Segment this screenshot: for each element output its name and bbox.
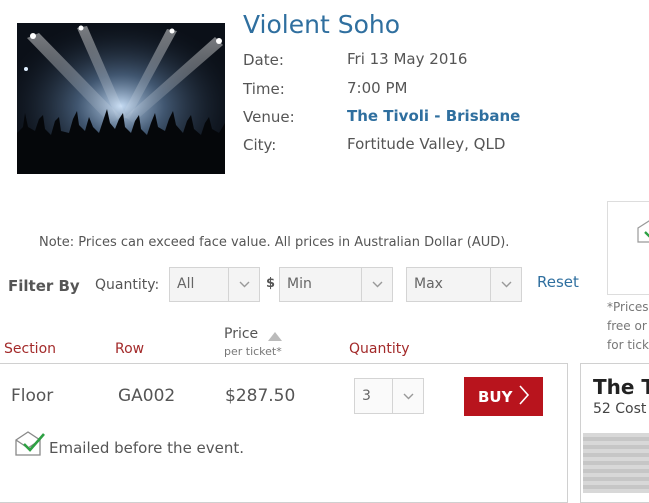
email-check-icon [635,219,649,249]
email-check-icon [13,430,45,462]
side-info-card [607,201,649,295]
row-column-header: Row [115,341,145,357]
city-value: Fortitude Valley, QLD [347,135,506,153]
time-value: 7:00 PM [347,79,408,97]
chevron-down-icon [490,268,521,301]
currency-symbol: $ [266,276,276,291]
row-price: $287.50 [225,386,296,406]
row-quantity-value: 3 [362,388,371,404]
max-price-select[interactable]: Max [406,267,522,302]
chevron-down-icon [361,268,392,301]
side-note: *Prices free or for tick [607,298,649,355]
min-price-select[interactable]: Min [279,267,393,302]
event-image [17,23,225,174]
side-note-line: for tick [607,338,649,352]
row-section: Floor [11,386,54,406]
min-price-value: Min [287,276,312,292]
quantity-column-header: Quantity [349,341,410,357]
venue-panel-title: The Ti [593,375,649,399]
buy-button[interactable]: BUY [464,377,543,416]
max-price-value: Max [414,276,443,292]
side-note-line: *Prices [607,300,649,314]
date-value: Fri 13 May 2016 [347,50,468,68]
sort-ascending-icon[interactable] [268,332,282,341]
side-note-line: free or [607,319,647,333]
chevron-down-icon [228,268,259,301]
venue-link[interactable]: The Tivoli - Brisbane [347,107,520,125]
row-row: GA002 [118,386,176,406]
venue-panel-address: 52 Cost [593,401,647,417]
time-label: Time: [243,80,285,98]
reset-filters-link[interactable]: Reset [537,273,579,291]
delivery-method-text: Emailed before the event. [49,439,245,457]
section-column-header: Section [4,341,57,357]
chevron-right-icon [518,383,530,413]
event-title: Violent Soho [243,10,401,39]
date-label: Date: [243,51,284,69]
row-quantity-select[interactable]: 3 [354,378,424,414]
price-note: Note: Prices can exceed face value. All … [39,235,510,250]
quantity-filter-value: All [177,276,195,292]
chevron-down-icon [392,379,423,413]
price-column-subheader: per ticket* [224,345,282,358]
filter-by-label: Filter By [8,277,80,295]
buy-button-label: BUY [478,388,513,406]
city-label: City: [243,136,277,154]
price-column-header[interactable]: Price [224,326,258,342]
concert-crowd-image [17,23,225,174]
quantity-filter-select[interactable]: All [169,267,260,302]
venue-map-image [583,433,649,493]
venue-label: Venue: [243,108,295,126]
quantity-filter-label: Quantity: [95,277,160,293]
